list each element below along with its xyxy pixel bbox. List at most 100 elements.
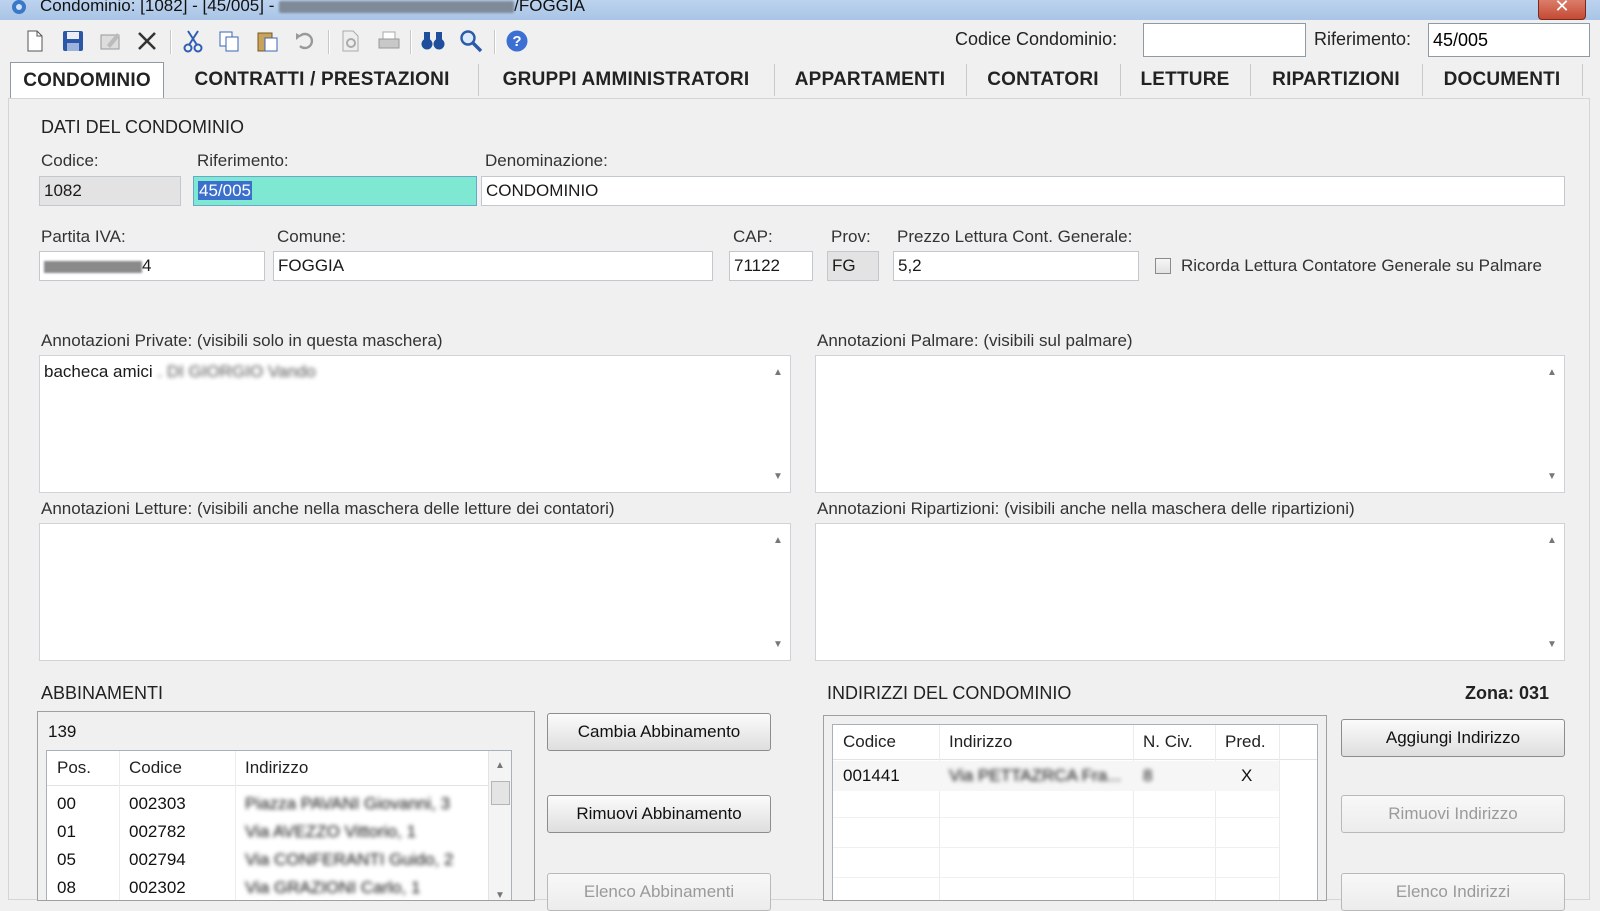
table-row[interactable]: 00 002303 Piazza PAVANI Giovanni, 3 (47, 791, 477, 817)
indirizzi-table[interactable]: Codice Indirizzo N. Civ. Pred. 001441 Vi… (832, 724, 1318, 900)
partita-iva-visible-digit: 4 (142, 256, 152, 275)
annotazioni-letture-textarea[interactable]: ▲ ▼ (39, 523, 791, 661)
paste-icon[interactable] (254, 28, 280, 54)
col-n-civ[interactable]: N. Civ. (1143, 725, 1193, 759)
tab-contratti-prestazioni[interactable]: CONTRATTI / PRESTAZIONI (166, 64, 479, 96)
riferimento-search-input[interactable] (1428, 23, 1590, 57)
save-icon[interactable] (60, 28, 86, 54)
scroll-up-icon[interactable]: ▲ (489, 755, 511, 775)
annotazioni-ripartizioni-scrollbar[interactable]: ▲ ▼ (1540, 524, 1564, 660)
annotazioni-letture-scrollbar[interactable]: ▲ ▼ (766, 524, 790, 660)
tab-condominio[interactable]: CONDOMINIO (10, 62, 164, 99)
riferimento-field[interactable]: 45/005 (193, 176, 477, 206)
scroll-down-icon[interactable]: ▼ (1540, 634, 1564, 654)
cambia-abbinamento-button[interactable]: Cambia Abbinamento (547, 713, 771, 751)
cap-field[interactable]: 71122 (729, 251, 813, 281)
annotazioni-private-scrollbar[interactable]: ▲ ▼ (766, 356, 790, 492)
col-indirizzo[interactable]: Indirizzo (949, 725, 1012, 759)
comune-label: Comune: (277, 227, 346, 246)
codice-label: Codice: (41, 151, 99, 170)
row-pred: X (1241, 766, 1253, 785)
aggiungi-indirizzo-button[interactable]: Aggiungi Indirizzo (1341, 719, 1565, 757)
print-preview-icon[interactable] (338, 28, 364, 54)
app-icon (12, 0, 26, 14)
tab-appartamenti[interactable]: APPARTAMENTI (774, 64, 967, 96)
scroll-down-icon[interactable]: ▼ (766, 634, 790, 654)
col-codice[interactable]: Codice (843, 725, 896, 759)
row-pos: 01 (57, 822, 76, 841)
abbinamenti-table[interactable]: Pos. Codice Indirizzo 00 002303 Piazza P… (46, 750, 512, 901)
zona-label: Zona: 031 (1465, 683, 1550, 703)
col-pos[interactable]: Pos. (57, 751, 91, 785)
print-icon[interactable] (376, 28, 402, 54)
col-codice[interactable]: Codice (129, 751, 182, 785)
annotazioni-ripartizioni-label: Annotazioni Ripartizioni: (visibili anch… (817, 499, 1355, 518)
table-row[interactable]: 05 002794 Via CONFERANTI Guido, 2 (47, 847, 477, 873)
window-title-suffix: /FOGGIA (514, 0, 585, 15)
tab-letture[interactable]: LETTURE (1120, 64, 1251, 96)
scroll-up-icon[interactable]: ▲ (1540, 362, 1564, 382)
table-row[interactable]: 01 002782 Via AVEZZO Vittorio, 1 (47, 819, 477, 845)
prov-field[interactable]: FG (827, 251, 879, 281)
abbinamenti-group: 139 Pos. Codice Indirizzo 00 002303 Piaz… (37, 711, 535, 901)
tab-documenti[interactable]: DOCUMENTI (1422, 64, 1583, 96)
annotazioni-palmare-label: Annotazioni Palmare: (visibili sul palma… (817, 331, 1133, 350)
cut-icon[interactable] (180, 28, 206, 54)
scroll-down-icon[interactable]: ▼ (766, 466, 790, 486)
redacted-text (279, 0, 515, 13)
codice-condominio-input[interactable] (1143, 23, 1306, 57)
codice-field[interactable]: 1082 (39, 176, 181, 206)
tab-contatori[interactable]: CONTATORI (966, 64, 1121, 96)
row-codice: 001441 (843, 766, 900, 785)
new-file-icon[interactable] (22, 28, 48, 54)
rimuovi-abbinamento-button[interactable]: Rimuovi Abbinamento (547, 795, 771, 833)
partita-iva-label: Partita IVA: (41, 227, 126, 246)
scroll-thumb[interactable] (491, 781, 510, 805)
annotazioni-palmare-textarea[interactable]: ▲ ▼ (815, 355, 1565, 493)
tab-ripartizioni[interactable]: RIPARTIZIONI (1250, 64, 1423, 96)
scroll-up-icon[interactable]: ▲ (766, 362, 790, 382)
annotazioni-private-textarea[interactable]: bacheca amici . DI GIORGIO Vando ▲ ▼ (39, 355, 791, 493)
table-row[interactable]: 08 002302 Via GRAZIONI Carlo, 1 (47, 875, 477, 900)
scroll-down-icon[interactable]: ▼ (1540, 466, 1564, 486)
title-bar: Condominio: [1082] - [45/005] - /FOGGIA … (0, 0, 1600, 20)
comune-field[interactable]: FOGGIA (273, 251, 713, 281)
row-indirizzo-blurred: Via PETTAZRCA Fra... (949, 766, 1122, 785)
scroll-up-icon[interactable]: ▲ (766, 530, 790, 550)
row-codice: 002302 (129, 878, 186, 897)
indirizzi-group: Codice Indirizzo N. Civ. Pred. 001441 Vi… (823, 715, 1327, 901)
undo-icon[interactable] (292, 28, 318, 54)
binoculars-icon[interactable] (420, 28, 446, 54)
row-indirizzo-blurred: Via CONFERANTI Guido, 2 (245, 850, 454, 869)
col-pred[interactable]: Pred. (1225, 725, 1266, 759)
scroll-up-icon[interactable]: ▲ (1540, 530, 1564, 550)
delete-icon[interactable] (134, 28, 160, 54)
annotazioni-private-text: bacheca amici (44, 362, 153, 381)
redacted-piva (44, 260, 142, 273)
denominazione-field[interactable]: CONDOMINIO (481, 176, 1565, 206)
tab-gruppi-amministratori[interactable]: GRUPPI AMMINISTRATORI (478, 64, 775, 96)
row-pos: 05 (57, 850, 76, 869)
edit-icon[interactable] (98, 28, 124, 54)
copy-icon[interactable] (216, 28, 242, 54)
riferimento-value: 45/005 (198, 181, 252, 200)
annotazioni-palmare-scrollbar[interactable]: ▲ ▼ (1540, 356, 1564, 492)
elenco-indirizzi-button[interactable]: Elenco Indirizzi (1341, 873, 1565, 911)
scroll-down-icon[interactable]: ▼ (489, 885, 511, 901)
annotazioni-private-label: Annotazioni Private: (visibili solo in q… (41, 331, 443, 350)
rimuovi-indirizzo-button[interactable]: Rimuovi Indirizzo (1341, 795, 1565, 833)
prezzo-lettura-field[interactable]: 5,2 (893, 251, 1139, 281)
abbinamenti-scrollbar[interactable]: ▲ ▼ (488, 751, 511, 901)
cap-label: CAP: (733, 227, 773, 246)
search-icon[interactable] (458, 28, 484, 54)
abbinamenti-section-title: ABBINAMENTI (41, 683, 164, 703)
help-icon[interactable]: ? (504, 28, 530, 54)
elenco-abbinamenti-button[interactable]: Elenco Abbinamenti (547, 873, 771, 911)
annotazioni-ripartizioni-textarea[interactable]: ▲ ▼ (815, 523, 1565, 661)
abbinamento-number: 139 (48, 722, 77, 741)
table-row[interactable]: 001441 Via PETTAZRCA Fra... 8 X (833, 761, 1279, 791)
partita-iva-field[interactable]: 4 (39, 251, 265, 281)
ricorda-lettura-checkbox[interactable] (1155, 258, 1171, 274)
close-button[interactable]: ✕ (1538, 0, 1586, 20)
col-indirizzo[interactable]: Indirizzo (245, 751, 308, 785)
